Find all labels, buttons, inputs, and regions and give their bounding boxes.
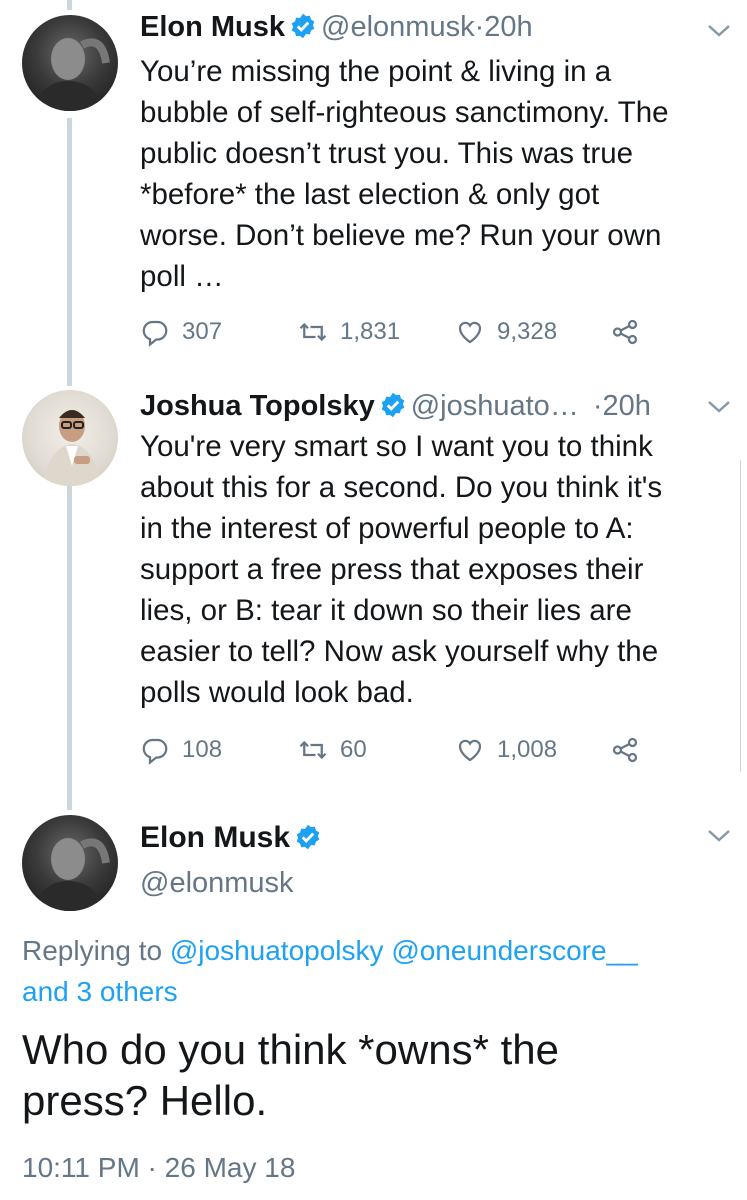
reply-icon — [142, 320, 168, 347]
tweet-time[interactable]: 20h — [603, 390, 651, 422]
reply-button[interactable]: 307 — [140, 314, 222, 350]
author-name[interactable]: Joshua Topolsky — [140, 390, 375, 422]
avatar[interactable] — [22, 815, 118, 911]
author-handle[interactable]: @elonmusk — [321, 11, 475, 43]
share-icon — [612, 737, 638, 763]
reply-user-link[interactable]: @joshuatopolsky — [170, 935, 384, 966]
reply-icon — [142, 738, 168, 765]
tweet-header: Joshua Topolsky @joshuato… ·20h — [140, 388, 651, 424]
tweet-actions: 307 1,831 9,328 — [140, 314, 660, 350]
thread-line-1 — [67, 118, 72, 386]
verified-badge-icon — [379, 391, 407, 419]
main-tweet-text: Who do you think *owns* the press? Hello… — [22, 1026, 559, 1124]
avatar[interactable] — [22, 390, 118, 486]
author-name[interactable]: Elon Musk — [140, 11, 285, 43]
like-button[interactable]: 1,008 — [455, 732, 557, 768]
retweet-icon — [299, 322, 327, 342]
chevron-down-icon[interactable] — [706, 22, 732, 40]
verified-badge-icon — [294, 823, 322, 851]
retweet-button[interactable]: 1,831 — [298, 314, 400, 350]
author-handle[interactable]: @joshuato… — [411, 390, 579, 422]
main-author-handle[interactable]: @elonmusk — [140, 865, 294, 901]
tweet-text: You're very smart so I want you to think… — [140, 430, 663, 709]
chevron-down-icon[interactable] — [706, 398, 732, 416]
share-button[interactable] — [610, 314, 652, 350]
reply-button[interactable]: 108 — [140, 732, 222, 768]
reply-count: 307 — [182, 318, 223, 345]
share-icon — [612, 319, 638, 345]
author-name[interactable]: Elon Musk — [140, 821, 290, 854]
replying-prefix: Replying to — [22, 935, 163, 966]
retweet-count: 1,831 — [340, 318, 401, 345]
main-author-name: Elon Musk — [140, 820, 326, 856]
separator-dot: · — [592, 390, 603, 422]
retweet-count: 60 — [340, 736, 367, 763]
tweet-header: Elon Musk @elonmusk·20h — [140, 9, 533, 45]
replying-to: Replying to @joshuatopolsky @oneundersco… — [22, 930, 722, 1012]
tweet-actions: 108 60 1,008 — [140, 732, 660, 768]
share-button[interactable] — [610, 732, 652, 768]
reply-others-link[interactable]: and 3 others — [22, 976, 178, 1007]
like-count: 9,328 — [497, 318, 558, 345]
separator-dot: · — [474, 11, 485, 43]
thread-line-top — [67, 0, 72, 10]
avatar[interactable] — [22, 15, 118, 111]
heart-icon — [458, 739, 482, 762]
tweet-text: You’re missing the point & living in a b… — [140, 55, 669, 293]
verified-badge-icon — [289, 12, 317, 40]
retweet-icon — [299, 740, 327, 760]
tweet-timestamp[interactable]: 10:11 PM · 26 May 18 — [22, 1150, 295, 1186]
like-button[interactable]: 9,328 — [455, 314, 557, 350]
scrollbar[interactable] — [740, 460, 747, 772]
heart-icon — [458, 321, 482, 344]
reply-user-link[interactable]: @oneunderscore__ — [391, 935, 637, 966]
retweet-button[interactable]: 60 — [298, 732, 367, 768]
chevron-down-icon[interactable] — [706, 827, 732, 845]
thread-line-2 — [67, 470, 72, 810]
like-count: 1,008 — [497, 736, 558, 763]
reply-count: 108 — [182, 736, 223, 763]
tweet-time[interactable]: 20h — [484, 11, 532, 43]
